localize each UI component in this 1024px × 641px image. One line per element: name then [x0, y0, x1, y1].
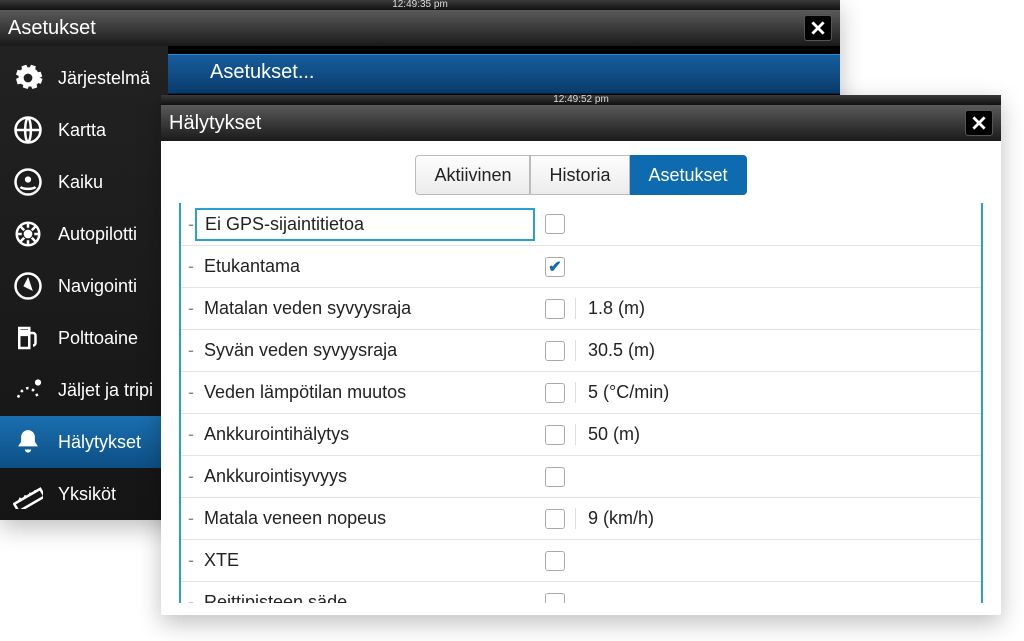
alarm-checkbox[interactable] [545, 257, 565, 277]
alarm-list: -Ei GPS-sijaintitietoa-Etukantama-Matala… [179, 203, 983, 603]
alarm-row: -Ankkurointihälytys 50 (m) [181, 413, 981, 455]
close-icon [811, 21, 825, 35]
tree-tick: - [181, 340, 195, 361]
window-title: Hälytykset [169, 112, 261, 135]
compass-icon [12, 270, 44, 302]
tree-tick: - [181, 592, 195, 603]
alarm-value[interactable]: 1.8 (m) [575, 298, 981, 319]
statusbar-time: 12:49:52 pm [161, 95, 1001, 105]
alarm-label[interactable]: Syvän veden syvyysraja [195, 335, 535, 366]
alarms-window: 12:49:52 pm Hälytykset AktiivinenHistori… [161, 95, 1001, 615]
alarm-row: -Ankkurointisyvyys [181, 455, 981, 497]
sidebar-item-compass[interactable]: Navigointi [0, 260, 168, 312]
alarm-label[interactable]: XTE [195, 545, 535, 576]
alarm-checkbox[interactable] [545, 593, 565, 604]
alarm-row: -Matalan veden syvyysraja 1.8 (m) [181, 287, 981, 329]
alarm-checkbox[interactable] [545, 509, 565, 529]
alarm-label[interactable]: Ankkurointisyvyys [195, 461, 535, 492]
window-titlebar: Hälytykset [161, 105, 1001, 141]
alarm-row: -Syvän veden syvyysraja 30.5 (m) [181, 329, 981, 371]
sidebar-item-label: Jäljet ja tripi [58, 380, 153, 401]
tree-tick: - [181, 550, 195, 571]
sidebar-item-label: Yksiköt [58, 484, 116, 505]
tree-tick: - [181, 508, 195, 529]
alarm-checkbox[interactable] [545, 467, 565, 487]
alarm-label[interactable]: Veden lämpötilan muutos [195, 377, 535, 408]
sidebar: Järjestelmä Kartta Kaiku Autopilotti Navigoi… [0, 46, 168, 520]
sonar-icon [12, 166, 44, 198]
sidebar-item-gear[interactable]: Järjestelmä [0, 52, 168, 104]
alarm-label[interactable]: Matala veneen nopeus [195, 503, 535, 534]
sidebar-item-globe[interactable]: Kartta [0, 104, 168, 156]
alarm-checkbox[interactable] [545, 341, 565, 361]
close-button[interactable] [965, 110, 993, 136]
sidebar-item-ruler[interactable]: Yksiköt [0, 468, 168, 520]
breadcrumb-banner[interactable]: Asetukset... [168, 54, 840, 94]
ruler-icon [12, 478, 44, 510]
tree-tick: - [181, 256, 195, 277]
alarm-label[interactable]: Ankkurointihälytys [195, 419, 535, 450]
alarm-value[interactable]: 5 (°C/min) [575, 382, 981, 403]
alarm-row: -Ei GPS-sijaintitietoa [181, 203, 981, 245]
sidebar-item-label: Järjestelmä [58, 68, 150, 89]
wheel-icon [12, 218, 44, 250]
tree-tick: - [181, 298, 195, 319]
trail-icon [12, 374, 44, 406]
fuel-icon [12, 322, 44, 354]
alarm-row: -Veden lämpötilan muutos 5 (°C/min) [181, 371, 981, 413]
alarm-row: -Reittipisteen säde [181, 581, 981, 603]
tree-tick: - [181, 424, 195, 445]
window-titlebar: Asetukset [0, 10, 840, 46]
sidebar-item-fuel[interactable]: Polttoaine [0, 312, 168, 364]
sidebar-item-label: Hälytykset [58, 432, 141, 453]
sidebar-item-label: Polttoaine [58, 328, 138, 349]
alarm-label[interactable]: Matalan veden syvyysraja [195, 293, 535, 324]
close-button[interactable] [804, 15, 832, 41]
alarm-checkbox[interactable] [545, 299, 565, 319]
tab-asetukset[interactable]: Asetukset [630, 155, 747, 195]
alarm-value[interactable]: 30.5 (m) [575, 340, 981, 361]
sidebar-item-trail[interactable]: Jäljet ja tripi [0, 364, 168, 416]
globe-icon [12, 114, 44, 146]
alarm-checkbox[interactable] [545, 425, 565, 445]
sidebar-item-bell[interactable]: Hälytykset [0, 416, 168, 468]
alarm-value[interactable]: 9 (km/h) [575, 508, 981, 529]
alarm-checkbox[interactable] [545, 383, 565, 403]
sidebar-item-label: Autopilotti [58, 224, 137, 245]
tree-tick: - [181, 214, 195, 235]
tab-historia[interactable]: Historia [530, 155, 629, 195]
tab-aktiivinen[interactable]: Aktiivinen [415, 155, 530, 195]
alarm-label[interactable]: Reittipisteen säde [195, 587, 535, 603]
tab-bar: AktiivinenHistoriaAsetukset [161, 155, 1001, 195]
tree-tick: - [181, 466, 195, 487]
window-title: Asetukset [8, 17, 96, 40]
alarm-row: -XTE [181, 539, 981, 581]
close-icon [972, 116, 986, 130]
alarm-label[interactable]: Ei GPS-sijaintitietoa [195, 208, 535, 241]
sidebar-item-sonar[interactable]: Kaiku [0, 156, 168, 208]
sidebar-item-label: Navigointi [58, 276, 137, 297]
sidebar-item-label: Kaiku [58, 172, 103, 193]
tree-tick: - [181, 382, 195, 403]
alarm-checkbox[interactable] [545, 214, 565, 234]
sidebar-item-wheel[interactable]: Autopilotti [0, 208, 168, 260]
alarm-checkbox[interactable] [545, 551, 565, 571]
sidebar-item-label: Kartta [58, 120, 106, 141]
alarm-value[interactable]: 50 (m) [575, 424, 981, 445]
alarm-label[interactable]: Etukantama [195, 251, 535, 282]
alarm-row: -Etukantama [181, 245, 981, 287]
statusbar-time: 12:49:35 pm [0, 0, 840, 10]
alarm-row: -Matala veneen nopeus 9 (km/h) [181, 497, 981, 539]
gear-icon [12, 62, 44, 94]
bell-icon [12, 426, 44, 458]
